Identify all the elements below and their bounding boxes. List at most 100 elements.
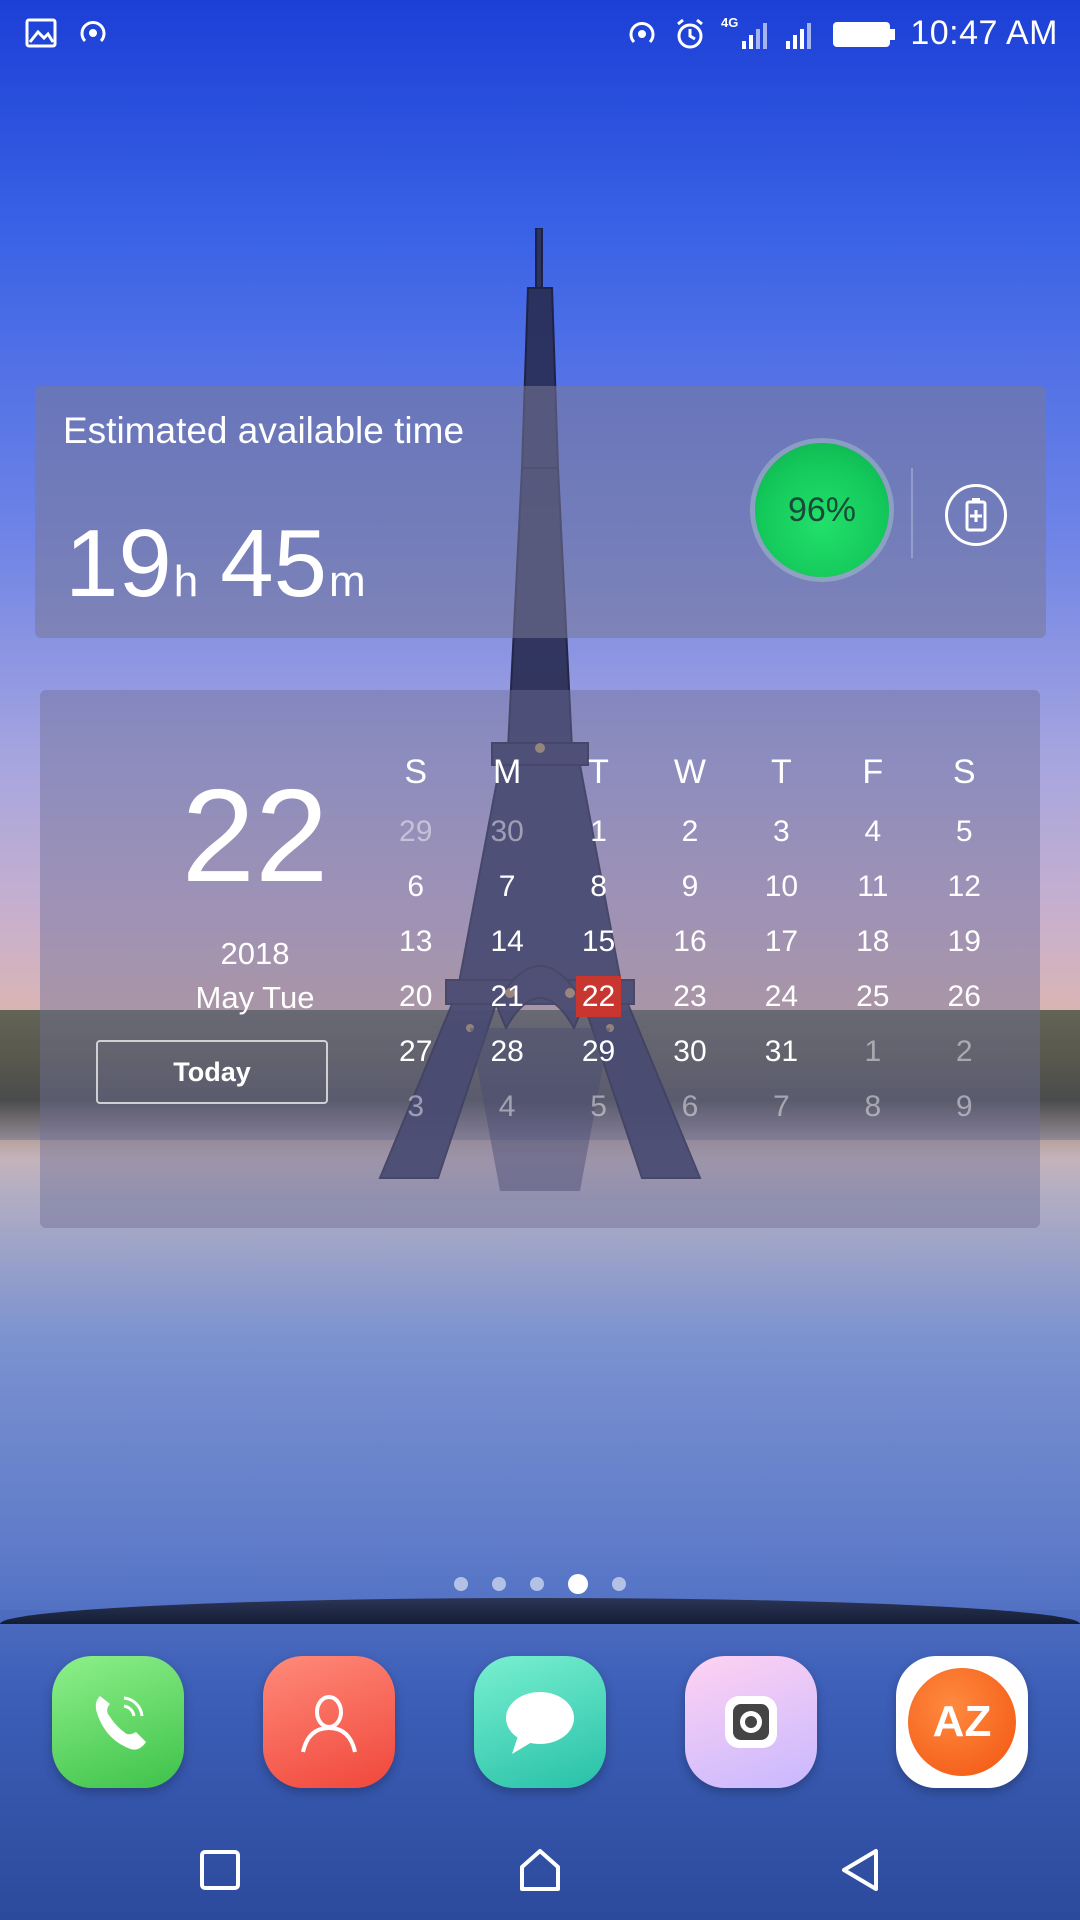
- calendar-day-number: 8: [864, 1090, 882, 1123]
- calendar-week-row: 6 7 8 9 10 11 12: [370, 859, 1010, 914]
- calendar-week-row: 29 30 1 2 3 4 5: [370, 804, 1010, 859]
- calendar-day-number: 22: [575, 976, 622, 1017]
- calendar-day[interactable]: 15: [553, 914, 644, 969]
- calendar-day[interactable]: 3: [370, 1079, 461, 1134]
- calendar-day-number: 5: [955, 815, 973, 848]
- calendar-day[interactable]: 7: [461, 859, 552, 914]
- calendar-day[interactable]: 28: [461, 1024, 552, 1079]
- calendar-day-number: 8: [590, 870, 607, 903]
- calendar-week-row: 27 28 29 30 31 1 2: [370, 1024, 1010, 1079]
- calendar-day-number: 17: [764, 925, 799, 958]
- calendar-day[interactable]: 17: [736, 914, 827, 969]
- calendar-widget[interactable]: 22 2018 May Tue Today SMTWTFS 29 30 1 2 3 4 5 6…: [40, 690, 1040, 1228]
- calendar-day-number: 3: [773, 815, 790, 848]
- calendar-day[interactable]: 29: [370, 804, 461, 859]
- camera-app[interactable]: [685, 1656, 817, 1788]
- calendar-day-number: 2: [681, 815, 699, 848]
- calendar-day[interactable]: 9: [644, 859, 735, 914]
- app-dock: AZ: [0, 1656, 1080, 1788]
- back-button[interactable]: [830, 1840, 890, 1900]
- calendar-day-number: 10: [764, 870, 799, 903]
- calendar-day[interactable]: 18: [827, 914, 918, 969]
- calendar-day[interactable]: 21: [461, 969, 552, 1024]
- calendar-day[interactable]: 4: [461, 1079, 552, 1134]
- calendar-day-number: 14: [490, 925, 524, 958]
- page-dot[interactable]: [454, 1577, 468, 1591]
- calendar-day[interactable]: 30: [461, 804, 552, 859]
- calendar-day[interactable]: 3: [736, 804, 827, 859]
- calendar-day[interactable]: 2: [644, 804, 735, 859]
- calendar-day-number: 7: [498, 870, 516, 903]
- calendar-day-number: 12: [947, 870, 981, 903]
- calendar-day[interactable]: 27: [370, 1024, 461, 1079]
- calendar-day[interactable]: 1: [553, 804, 644, 859]
- current-year: 2018: [220, 936, 290, 971]
- calendar-day[interactable]: 1: [827, 1024, 918, 1079]
- calendar-day-number: 21: [490, 980, 524, 1013]
- calendar-day[interactable]: 11: [827, 859, 918, 914]
- calendar-day[interactable]: 10: [736, 859, 827, 914]
- camera-icon: [725, 1696, 777, 1748]
- weekday-header: S: [404, 753, 428, 791]
- calendar-day[interactable]: 13: [370, 914, 461, 969]
- calendar-day-number: 23: [673, 980, 707, 1013]
- battery-plus-icon: [965, 498, 987, 532]
- battery-icon: [833, 21, 896, 47]
- calendar-day-number: 30: [673, 1035, 707, 1068]
- calendar-day[interactable]: 16: [644, 914, 735, 969]
- calendar-day-number: 27: [399, 1035, 433, 1068]
- calendar-day[interactable]: 24: [736, 969, 827, 1024]
- calendar-day[interactable]: 30: [644, 1024, 735, 1079]
- current-month-weekday: May Tue: [195, 980, 315, 1015]
- home-button[interactable]: [510, 1840, 570, 1900]
- calendar-day[interactable]: 14: [461, 914, 552, 969]
- calendar-day[interactable]: 25: [827, 969, 918, 1024]
- contacts-app[interactable]: [263, 1656, 395, 1788]
- recents-icon: [200, 1850, 240, 1890]
- calendar-day[interactable]: 6: [644, 1079, 735, 1134]
- power-saver-button[interactable]: [945, 484, 1007, 546]
- calendar-day-number: 11: [857, 870, 889, 903]
- alarm-icon: [677, 18, 703, 48]
- page-dot[interactable]: [492, 1577, 506, 1591]
- calendar-day-number: 28: [490, 1035, 524, 1068]
- calendar-day[interactable]: 5: [919, 804, 1010, 859]
- calendar-day-number: 15: [581, 925, 616, 958]
- calendar-day[interactable]: 2: [919, 1024, 1010, 1079]
- gallery-icon: [25, 18, 57, 48]
- battery-widget[interactable]: Estimated available time 19 h 45 m 96%: [35, 386, 1046, 638]
- calendar-day[interactable]: 23: [644, 969, 735, 1024]
- page-dot-active[interactable]: [568, 1574, 588, 1594]
- calendar-day[interactable]: 5: [553, 1079, 644, 1134]
- calendar-day[interactable]: 12: [919, 859, 1010, 914]
- calendar-day[interactable]: 9: [919, 1079, 1010, 1134]
- calendar-day[interactable]: 26: [919, 969, 1010, 1024]
- calendar-day-number: 24: [764, 980, 799, 1013]
- battery-percent-ring[interactable]: 96%: [755, 443, 889, 577]
- calendar-day[interactable]: 8: [827, 1079, 918, 1134]
- calendar-day[interactable]: 4: [827, 804, 918, 859]
- calendar-day[interactable]: 29: [553, 1024, 644, 1079]
- page-dot[interactable]: [612, 1577, 626, 1591]
- messages-app[interactable]: [474, 1656, 606, 1788]
- calendar-day-number: 1: [864, 1035, 882, 1068]
- tools-app[interactable]: AZ: [896, 1656, 1028, 1788]
- calendar-day[interactable]: 8: [553, 859, 644, 914]
- calendar-day-number: 1: [590, 815, 607, 848]
- hotspot-icon: [629, 21, 655, 43]
- page-dot[interactable]: [530, 1577, 544, 1591]
- calendar-day[interactable]: 7: [736, 1079, 827, 1134]
- calendar-day[interactable]: 6: [370, 859, 461, 914]
- estimated-time: 19 h 45 m: [65, 516, 388, 612]
- signal-icon: [742, 23, 768, 49]
- calendar-day[interactable]: 19: [919, 914, 1010, 969]
- calendar-day[interactable]: 20: [370, 969, 461, 1024]
- recents-button[interactable]: [190, 1840, 250, 1900]
- page-indicator[interactable]: [0, 1574, 1080, 1594]
- calendar-day-number: 31: [764, 1035, 799, 1068]
- today-button[interactable]: Today: [96, 1040, 328, 1104]
- calendar-day-number: 9: [955, 1090, 973, 1123]
- calendar-day-selected[interactable]: 22: [553, 969, 644, 1024]
- calendar-day[interactable]: 31: [736, 1024, 827, 1079]
- phone-app[interactable]: [52, 1656, 184, 1788]
